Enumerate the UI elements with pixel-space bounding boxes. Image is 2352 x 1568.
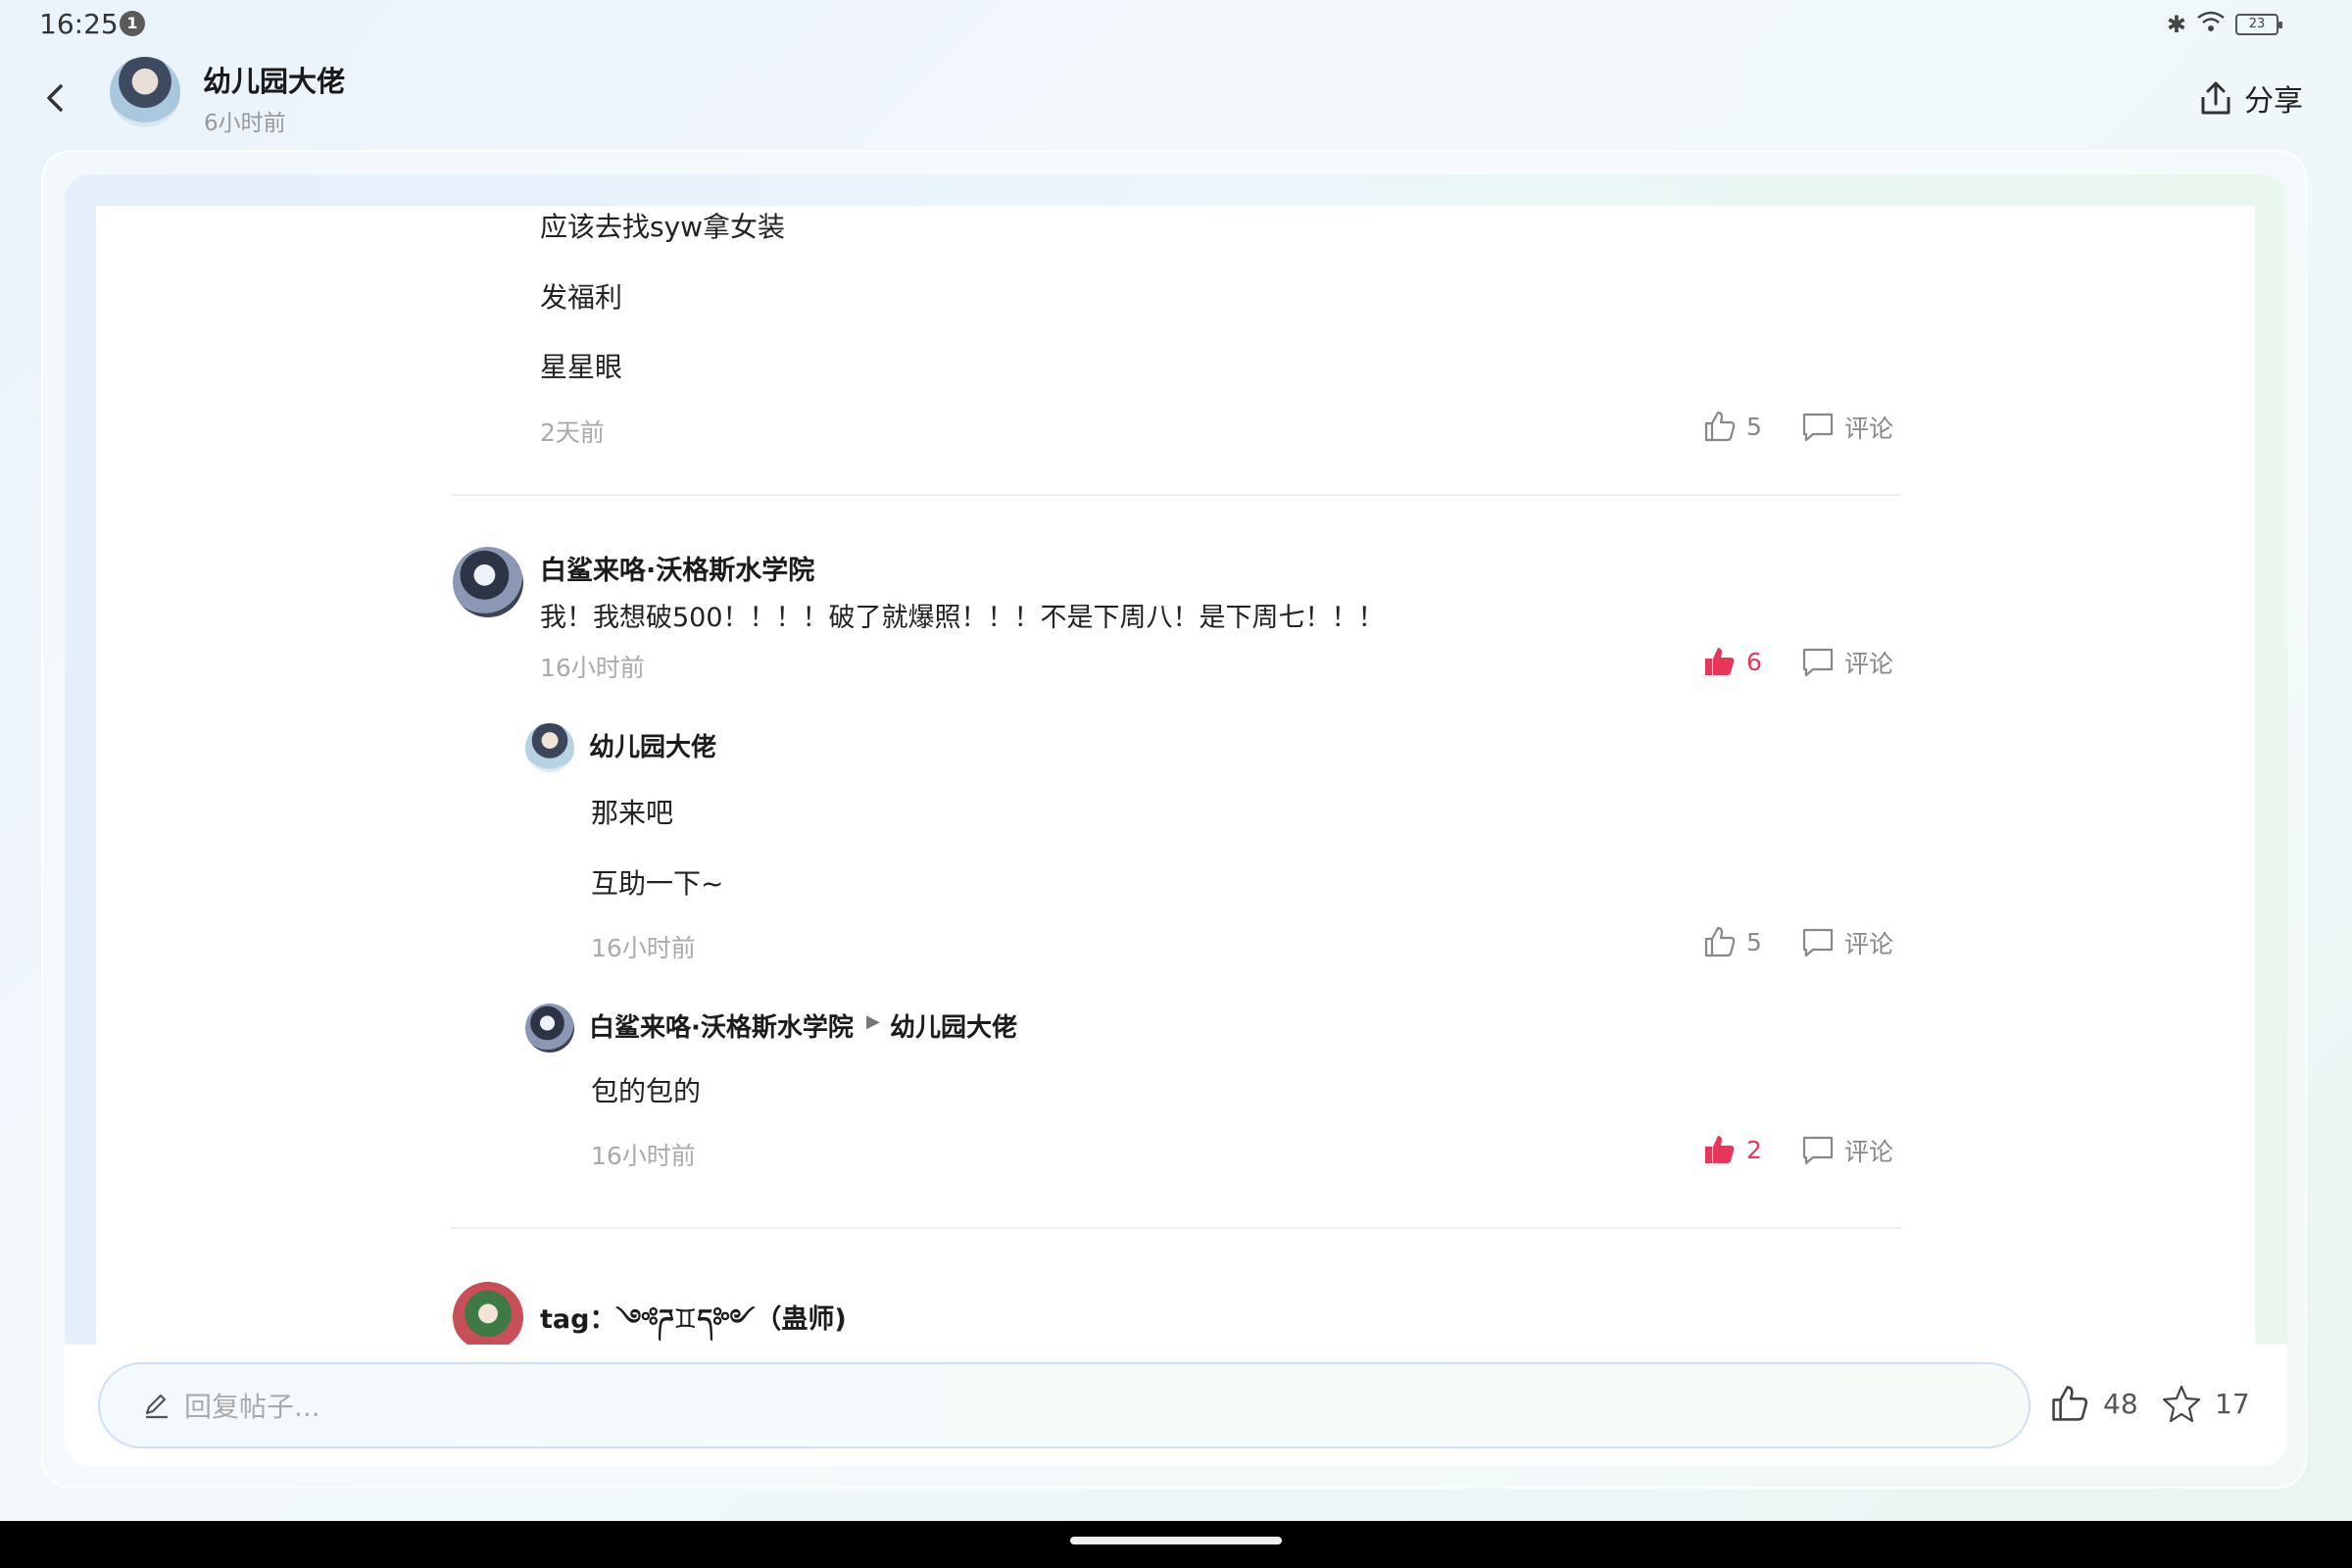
commenter-avatar[interactable] <box>453 1282 523 1346</box>
reply-avatar[interactable] <box>525 1004 574 1053</box>
pencil-icon <box>145 1394 168 1419</box>
divider <box>451 1227 1901 1229</box>
like-count: 2 <box>1746 1135 1762 1164</box>
system-nav-bar <box>0 1521 2352 1568</box>
comment-text: 我！我想破500！！！！破了就爆照！！！不是下周八！是下周七！！！ <box>540 603 1385 633</box>
reply-text-line: 互助一下~ <box>591 867 724 900</box>
share-label: 分享 <box>2244 84 2303 119</box>
like-count: 6 <box>1746 647 1762 676</box>
thumbs-up-filled-icon <box>1705 1136 1735 1163</box>
comment-label: 评论 <box>1844 415 1894 443</box>
bluetooth-icon: ✱ <box>2166 11 2186 38</box>
home-gesture-handle[interactable] <box>1070 1537 1282 1544</box>
star-icon <box>2162 1385 2201 1423</box>
post-time: 6小时前 <box>204 111 286 136</box>
comments-list[interactable]: 应该去找syw拿女装 发福利 星星眼 2天前 5 评论 白鲨来咯·沃格斯水学院 … <box>96 206 2255 1346</box>
share-icon <box>2201 81 2230 115</box>
reply-username[interactable]: 幼儿园大佬 <box>589 727 716 763</box>
like-button[interactable]: 6 <box>1703 645 1762 678</box>
reply-avatar[interactable] <box>525 723 574 772</box>
comment-button[interactable]: 评论 <box>1801 645 1893 680</box>
post-like-button[interactable]: 48 <box>2050 1384 2138 1423</box>
status-icons: ✱ 23 <box>2166 10 2282 39</box>
reply-time: 16小时前 <box>591 1142 696 1170</box>
back-button[interactable] <box>35 78 74 118</box>
reply-time: 16小时前 <box>591 934 696 962</box>
thumbs-up-icon <box>2052 1386 2088 1421</box>
comment-label: 评论 <box>1844 650 1894 678</box>
reply-text-line: 那来吧 <box>591 797 674 829</box>
comment-icon <box>1802 413 1834 442</box>
comment-time: 2天前 <box>540 418 605 447</box>
author-name[interactable]: 幼儿园大佬 <box>203 59 345 100</box>
like-button[interactable]: 5 <box>1703 410 1762 443</box>
comment-button[interactable]: 评论 <box>1801 410 1893 445</box>
divider <box>451 494 1901 496</box>
comment-icon <box>1802 928 1834 957</box>
like-button[interactable]: 5 <box>1703 925 1762 958</box>
status-bar: 16:25 1 ✱ 23 <box>0 0 2352 49</box>
comment-button[interactable]: 评论 <box>1801 925 1893 960</box>
comment-icon <box>1802 648 1834 677</box>
like-count: 5 <box>1746 927 1762 956</box>
favorite-count: 17 <box>2215 1387 2250 1420</box>
reply-text-line: 包的包的 <box>591 1075 702 1107</box>
share-button[interactable]: 分享 <box>2199 76 2303 120</box>
commenter-name[interactable]: 白鲨来咯·沃格斯水学院 <box>540 549 814 587</box>
reply-placeholder: 回复帖子... <box>184 1391 320 1423</box>
author-avatar[interactable] <box>110 57 180 127</box>
status-time: 16:25 <box>39 8 119 40</box>
reply-username[interactable]: 白鲨来咯·沃格斯水学院 <box>589 1007 854 1044</box>
wifi-icon <box>2196 10 2226 39</box>
thumbs-up-filled-icon <box>1705 648 1735 675</box>
comment-text-line: 发福利 <box>540 281 623 314</box>
thumbs-up-icon <box>1704 411 1736 442</box>
reply-to-username[interactable]: 幼儿园大佬 <box>890 1007 1017 1044</box>
comment-time: 16小时前 <box>540 654 645 682</box>
reply-input[interactable]: 回复帖子... <box>98 1362 2031 1448</box>
reply-arrow-icon: ▶ <box>866 1011 880 1032</box>
thumbs-up-icon <box>1704 926 1736 957</box>
comment-button[interactable]: 评论 <box>1801 1133 1893 1168</box>
like-count: 5 <box>1746 412 1762 441</box>
comment-text-line: 星星眼 <box>540 351 623 383</box>
chevron-left-icon <box>47 84 63 112</box>
notification-badge: 1 <box>120 11 145 36</box>
battery-icon: 23 <box>2235 14 2282 35</box>
comment-text-line: 应该去找syw拿女装 <box>540 211 786 243</box>
like-button[interactable]: 2 <box>1703 1133 1762 1166</box>
post-like-count: 48 <box>2103 1387 2138 1420</box>
comment-icon <box>1802 1136 1834 1165</box>
comment-label: 评论 <box>1844 1138 1894 1166</box>
commenter-avatar[interactable] <box>453 547 523 617</box>
comment-label: 评论 <box>1844 930 1894 958</box>
commenter-name[interactable]: tag：༺ཌ♊ད༻（蛊师) <box>540 1290 847 1346</box>
favorite-button[interactable]: 17 <box>2162 1384 2250 1423</box>
